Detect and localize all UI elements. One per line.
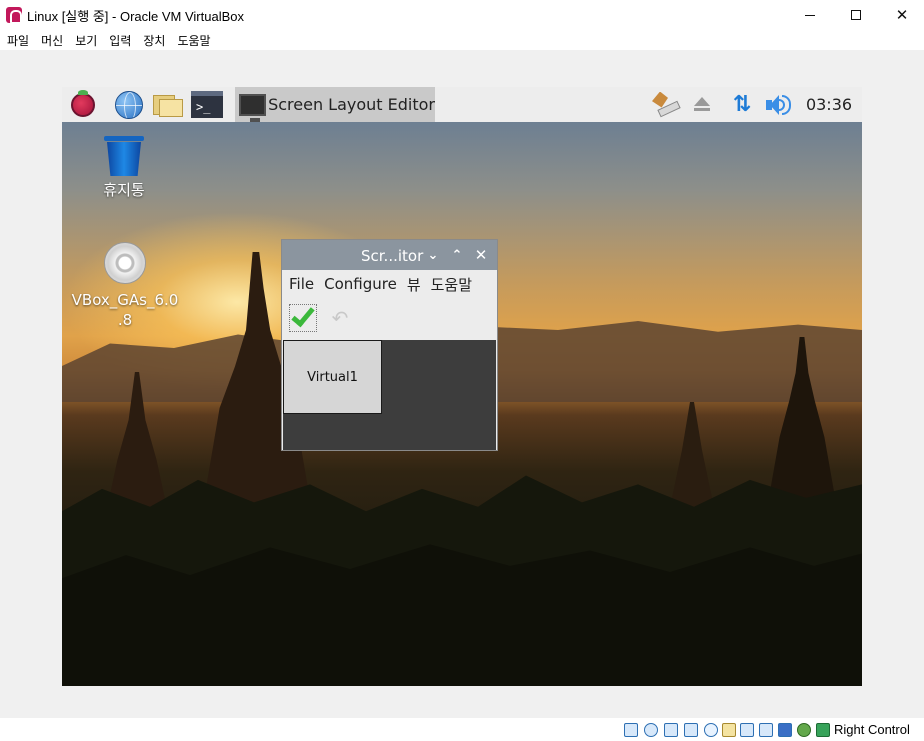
window-title: Linux [실행 중] - Oracle VM VirtualBox	[27, 9, 244, 24]
maximize-button[interactable]	[833, 0, 879, 30]
desktop-icon-trash[interactable]: 휴지통	[92, 136, 156, 200]
file-manager-launcher[interactable]	[151, 88, 185, 121]
dialog-title: Scr...itor	[361, 247, 424, 265]
usb-icon[interactable]	[704, 723, 718, 737]
shared-folders-icon[interactable]	[722, 723, 736, 737]
usb-eject-tray-button[interactable]	[647, 87, 683, 122]
statusbar: Right Control	[0, 718, 924, 741]
menu-machine[interactable]: 머신	[35, 32, 69, 49]
layout-canvas[interactable]: Virtual1	[283, 340, 496, 450]
usb-eject-icon	[650, 91, 681, 119]
audio-icon[interactable]	[664, 723, 678, 737]
maximize-icon	[851, 10, 861, 20]
menu-file[interactable]: 파일	[0, 32, 35, 49]
cd-label-line1: VBox_GAs_6.0	[71, 291, 179, 309]
desktop-icon-guest-additions-cd[interactable]: VBox_GAs_6.0 .8	[70, 242, 180, 330]
dialog-menu-file[interactable]: File	[282, 275, 319, 293]
screen-layout-editor-window: Scr...itor ⌄ ⌃ ✕ File Configure 뷰 도움말 ↶ …	[281, 239, 498, 451]
menu-help[interactable]: 도움말	[171, 32, 216, 49]
apply-button[interactable]	[289, 302, 317, 332]
taskbar-button-screen-layout-editor[interactable]: Screen Layout Editor	[235, 87, 435, 122]
dialog-menubar: File Configure 뷰 도움말	[282, 270, 497, 298]
virtualbox-icon	[6, 7, 22, 24]
menu-input[interactable]: 입력	[103, 32, 137, 49]
apply-check-icon	[291, 302, 315, 328]
volume-tray-button[interactable]	[765, 87, 793, 122]
eject-icon	[694, 97, 710, 111]
clock[interactable]: 03:36	[804, 87, 854, 122]
monitor-icon	[239, 93, 267, 122]
dialog-toolbar: ↶	[282, 298, 497, 340]
dialog-close-button[interactable]: ✕	[471, 245, 491, 265]
keyboard-capture-icon[interactable]	[816, 723, 830, 737]
terminal-icon: >_	[191, 91, 223, 118]
trash-icon	[104, 136, 144, 176]
vt-x-icon[interactable]	[778, 723, 792, 737]
taskbar-button-label: Screen Layout Editor	[268, 95, 435, 114]
network-tray-icon[interactable]: ⇅	[729, 87, 755, 122]
raspberry-pi-menu-button[interactable]	[66, 88, 100, 121]
minimize-icon	[805, 14, 815, 16]
display-icon[interactable]	[740, 723, 754, 737]
monitor-label: Virtual1	[307, 369, 358, 385]
web-browser-launcher[interactable]	[112, 88, 146, 121]
volume-icon	[766, 94, 792, 115]
dialog-menu-configure[interactable]: Configure	[319, 275, 402, 293]
network-icon[interactable]	[684, 723, 698, 737]
dialog-maximize-button[interactable]: ⌃	[447, 245, 467, 265]
minimize-button[interactable]	[787, 0, 833, 30]
hard-disk-icon[interactable]	[624, 723, 638, 737]
trash-label: 휴지통	[103, 181, 145, 199]
terminal-launcher[interactable]: >_	[190, 88, 224, 121]
eject-tray-button[interactable]	[690, 87, 714, 122]
file-manager-icon	[153, 93, 183, 117]
host-key-label: Right Control	[834, 722, 910, 737]
menu-view[interactable]: 보기	[69, 32, 103, 49]
dialog-minimize-button[interactable]: ⌄	[423, 245, 443, 265]
mouse-capture-icon[interactable]	[797, 723, 811, 737]
optical-drive-icon[interactable]	[644, 723, 658, 737]
guest-taskbar: >_ Screen Layout Editor ⇅ 03:36	[62, 87, 862, 122]
raspberry-pi-menu-icon	[71, 89, 95, 117]
dialog-menu-view[interactable]: 뷰	[402, 274, 426, 295]
cd-icon	[104, 242, 146, 284]
recording-icon[interactable]	[759, 723, 773, 737]
web-browser-icon	[115, 90, 143, 119]
menu-devices[interactable]: 장치	[137, 32, 171, 49]
monitor-virtual1[interactable]: Virtual1	[283, 340, 382, 414]
window-titlebar: Linux [실행 중] - Oracle VM VirtualBox ✕	[0, 0, 924, 30]
close-button[interactable]: ✕	[879, 0, 924, 30]
guest-screen[interactable]: >_ Screen Layout Editor ⇅ 03:36 휴지통 VBox…	[62, 87, 862, 686]
undo-button[interactable]: ↶	[326, 304, 354, 332]
menubar: 파일 머신 보기 입력 장치 도움말	[0, 30, 924, 50]
dialog-titlebar[interactable]: Scr...itor ⌄ ⌃ ✕	[282, 240, 497, 270]
cd-label-line2: .8	[117, 311, 133, 329]
dialog-menu-help[interactable]: 도움말	[426, 274, 477, 295]
